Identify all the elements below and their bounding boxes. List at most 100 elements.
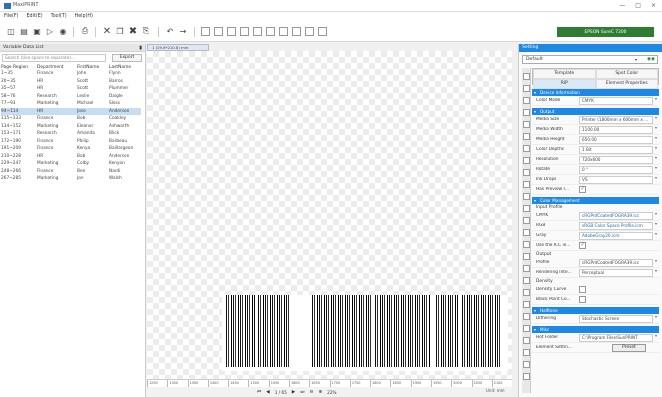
chevron-down-icon[interactable]: ▾ xyxy=(655,155,657,160)
table-row[interactable]: 77~93 Marketing Michael Sloss xyxy=(1,100,141,108)
chevron-down-icon[interactable]: ▾ xyxy=(655,165,657,170)
property-checkbox[interactable]: ✓ xyxy=(579,242,586,249)
barcode-graphic[interactable] xyxy=(312,295,372,367)
property-value[interactable]: C:\Program Files\SunPRINT xyxy=(579,334,653,342)
chevron-down-icon[interactable]: ▾ xyxy=(655,145,657,150)
pin-icon[interactable]: ▮ xyxy=(139,44,142,52)
property-value[interactable]: 1 Bit xyxy=(579,146,653,154)
zoom-out-icon[interactable]: ⊖ xyxy=(309,390,313,395)
align-left-icon[interactable] xyxy=(201,27,210,36)
design-canvas[interactable] xyxy=(147,51,512,379)
table-row[interactable]: 58~76 Research Leslie Daigle xyxy=(1,93,141,101)
side-tool-icon[interactable] xyxy=(523,121,530,128)
first-page-icon[interactable]: ⏮ xyxy=(257,389,261,395)
side-tool-icon[interactable] xyxy=(523,205,530,212)
next-page-icon[interactable]: ▶ xyxy=(292,390,296,395)
table-row[interactable]: 1~35 Finance John Flynn xyxy=(1,70,141,78)
property-checkbox[interactable]: ✓ xyxy=(579,186,586,193)
zoom-in-icon[interactable]: ⊕ xyxy=(318,390,322,395)
barcode-graphic[interactable] xyxy=(226,295,255,367)
property-value[interactable]: 1100.00 xyxy=(579,126,653,134)
side-tool-icon[interactable] xyxy=(523,109,530,116)
section-header[interactable]: Output xyxy=(532,108,659,115)
table-row[interactable]: 35~57 HR Scott Plummer xyxy=(1,85,141,93)
barcode-graphic[interactable] xyxy=(436,295,458,367)
property-checkbox[interactable] xyxy=(579,286,586,293)
side-tool-icon[interactable] xyxy=(523,289,530,296)
property-value[interactable]: Perceptual xyxy=(579,269,653,277)
property-value[interactable]: VS xyxy=(579,176,653,184)
menu-file[interactable]: File(F) xyxy=(4,14,19,19)
chevron-down-icon[interactable]: ▾ xyxy=(655,258,657,263)
section-header[interactable]: Halftone xyxy=(532,307,659,314)
prev-page-icon[interactable]: ◀ xyxy=(266,390,270,395)
chevron-down-icon[interactable]: ▾ xyxy=(655,314,657,319)
new-icon[interactable]: ◫ xyxy=(6,26,16,36)
table-row[interactable]: 172~190 Finance Philip Barbeau xyxy=(1,138,141,146)
same-width-icon[interactable] xyxy=(305,27,314,36)
minimize-icon[interactable]: — xyxy=(619,2,625,9)
undo-icon[interactable]: ↶ xyxy=(165,26,175,36)
barcode-graphic[interactable] xyxy=(375,295,431,367)
section-header[interactable]: Misc xyxy=(532,326,659,333)
preset-tools-icon[interactable]: ◉◉ xyxy=(647,56,655,63)
side-tool-icon[interactable] xyxy=(523,181,530,188)
document-tab[interactable]: 1 (29.6*210.8) mm xyxy=(147,44,209,51)
menu-tool[interactable]: Tool(T) xyxy=(51,14,67,19)
chevron-down-icon[interactable]: ▾ xyxy=(655,268,657,273)
table-row[interactable]: 267~285 Marketing Jon Walsh xyxy=(1,175,141,183)
property-value[interactable]: AdobeGray20.icm xyxy=(579,232,653,240)
tab-spot-color[interactable]: Spot Color xyxy=(595,69,658,79)
property-value[interactable]: cRGPrdCoatedFOGRA39.icc xyxy=(579,212,653,220)
table-row[interactable]: 134~152 Marketing Eleanor Ashworth xyxy=(1,123,141,131)
copy-icon[interactable]: ❐ xyxy=(115,26,125,36)
align-center-icon[interactable] xyxy=(214,27,223,36)
side-tool-icon[interactable] xyxy=(523,361,530,368)
side-tool-icon[interactable] xyxy=(523,73,530,80)
side-tool-icon[interactable] xyxy=(523,301,530,308)
side-tool-icon[interactable] xyxy=(523,373,530,380)
side-tool-icon[interactable] xyxy=(523,85,530,92)
side-tool-icon[interactable] xyxy=(523,193,530,200)
section-header[interactable]: Color Management xyxy=(532,197,659,204)
side-tool-icon[interactable] xyxy=(523,253,530,260)
table-row[interactable]: 20~35 HR Scott Barros xyxy=(1,78,141,86)
import-icon[interactable]: ▷ xyxy=(45,26,55,36)
print-icon[interactable]: ⎙ xyxy=(80,26,90,36)
property-value[interactable]: Printer (1800mm x 600mm x ... xyxy=(579,116,653,124)
same-height-icon[interactable] xyxy=(318,27,327,36)
chevron-down-icon[interactable]: ▾ xyxy=(655,135,657,140)
side-tool-icon[interactable] xyxy=(523,157,530,164)
side-tool-icon[interactable] xyxy=(523,241,530,248)
side-tool-icon[interactable] xyxy=(523,145,530,152)
property-value[interactable]: 650.00 xyxy=(579,136,653,144)
section-header[interactable]: Device Information xyxy=(532,89,659,96)
distribute-v-icon[interactable] xyxy=(292,27,301,36)
align-bottom-icon[interactable] xyxy=(266,27,275,36)
side-tool-icon[interactable] xyxy=(523,325,530,332)
table-row[interactable]: 191~209 Finance Kenya Baillargeon xyxy=(1,145,141,153)
side-tool-icon[interactable] xyxy=(523,229,530,236)
table-row[interactable]: 248~266 Finance Ben Nardi xyxy=(1,168,141,176)
chevron-down-icon[interactable]: ▾ xyxy=(655,333,657,338)
property-value[interactable]: CMYK xyxy=(579,97,653,105)
export-icon[interactable]: ◉ xyxy=(58,26,68,36)
printer-button[interactable]: EPSON SureC 7200 xyxy=(557,27,654,37)
zoom-level[interactable]: 22% xyxy=(327,390,336,395)
property-checkbox[interactable] xyxy=(579,296,586,303)
preset-button[interactable]: Preset xyxy=(612,344,646,352)
side-tool-icon[interactable] xyxy=(523,313,530,320)
align-top-icon[interactable] xyxy=(240,27,249,36)
property-value[interactable]: 0 ° xyxy=(579,166,653,174)
maximize-icon[interactable]: □ xyxy=(635,2,641,9)
property-value[interactable]: cRGPrdCoatedFOGRA39.icc xyxy=(579,259,653,267)
chevron-down-icon[interactable]: ▾ xyxy=(655,125,657,130)
side-tool-icon[interactable] xyxy=(523,133,530,140)
page-indicator[interactable]: 1 / 65 xyxy=(275,390,287,395)
distribute-h-icon[interactable] xyxy=(279,27,288,36)
table-row[interactable]: 94~114 HR Jose Anderson xyxy=(1,107,141,115)
property-value[interactable]: 720x600 xyxy=(579,156,653,164)
side-tool-icon[interactable] xyxy=(523,217,530,224)
open-icon[interactable]: ▤ xyxy=(19,26,29,36)
chevron-down-icon[interactable]: ▾ xyxy=(655,175,657,180)
